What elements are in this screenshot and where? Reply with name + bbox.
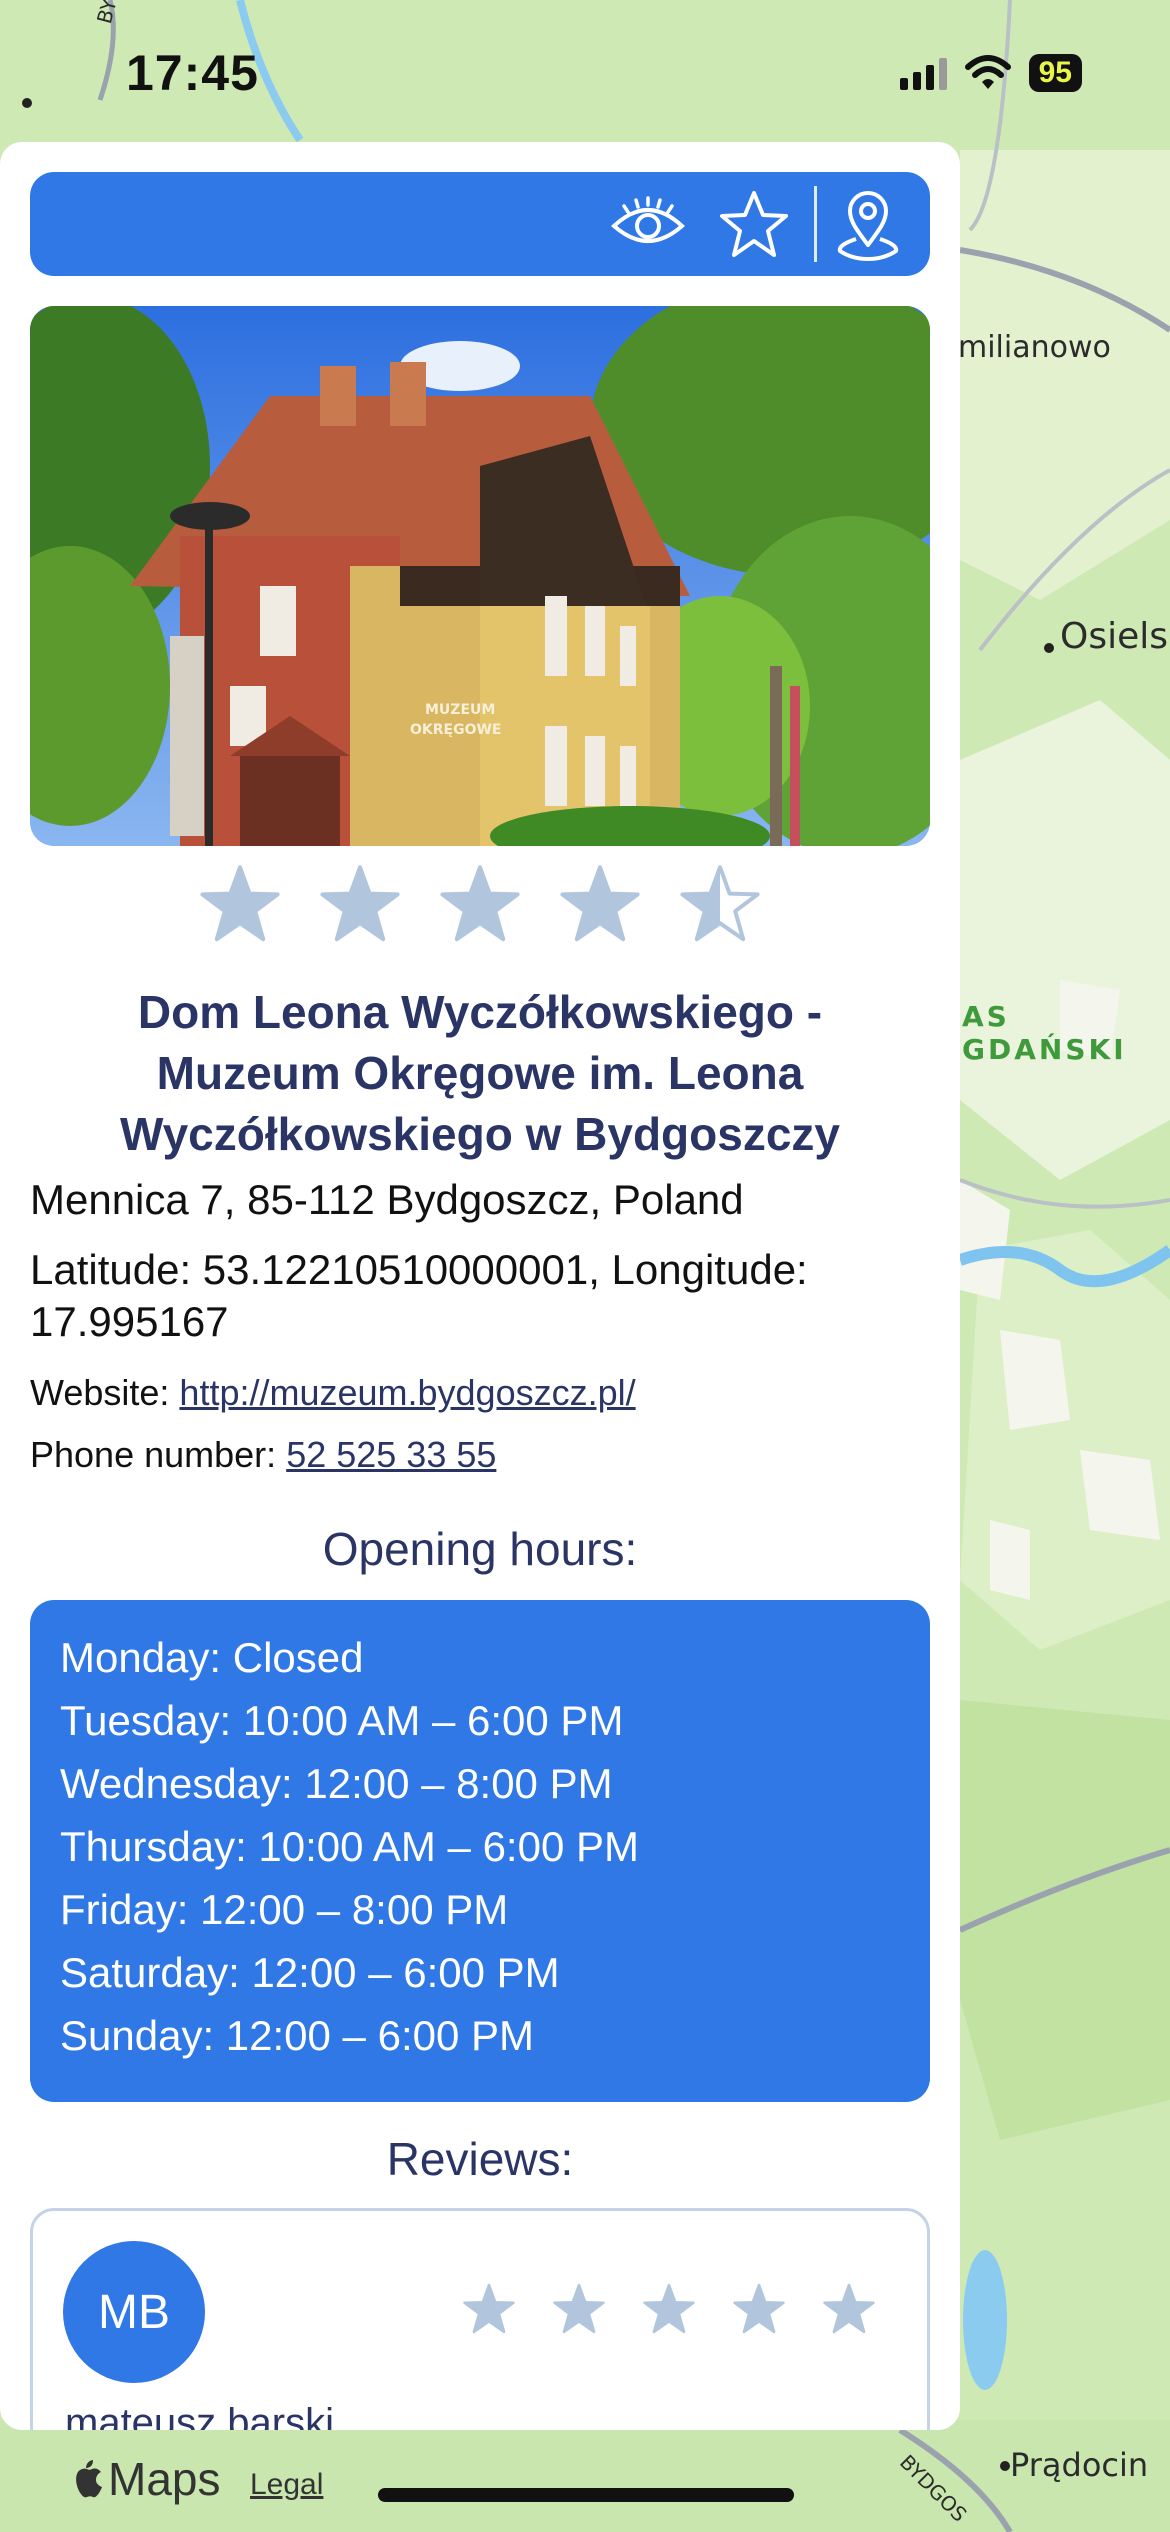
review-rating [463, 2283, 875, 2335]
eye-icon [611, 196, 685, 243]
place-rating [0, 864, 960, 944]
place-detail-sheet[interactable]: MUZEUM OKRĘGOWE Dom Leona Wyczółkowskieg… [0, 142, 960, 2430]
star-icon [553, 2283, 605, 2334]
hours-monday: Monday: Closed [60, 1634, 364, 1681]
home-indicator[interactable] [378, 2488, 794, 2502]
action-toolbar [30, 172, 930, 276]
cellular-signal-icon [899, 56, 947, 90]
website-row: Website: http://muzeum.bydgoszcz.pl/ [30, 1372, 636, 1414]
battery-indicator: 95 [1028, 54, 1082, 92]
place-photo[interactable]: MUZEUM OKRĘGOWE [30, 306, 930, 846]
star-icon [200, 865, 280, 942]
website-link[interactable]: http://muzeum.bydgoszcz.pl/ [179, 1372, 635, 1413]
reviewer-name: mateusz barski [65, 2401, 334, 2430]
star-icon [733, 2283, 785, 2334]
phone-row: Phone number: 52 525 33 55 [30, 1434, 496, 1476]
museum-building-image: MUZEUM OKRĘGOWE [30, 306, 930, 846]
coordinates-line: 17.995167 [30, 1298, 229, 1345]
place-coordinates: Latitude: 53.12210510000001, Longitude: … [30, 1244, 808, 1348]
legal-link[interactable]: Legal [250, 2468, 323, 2502]
review-card[interactable]: MB mateusz barski [30, 2208, 930, 2430]
half-star-icon [680, 865, 760, 942]
maps-logo-text: Maps [108, 2453, 221, 2505]
map-label-osiels: Osiels [1060, 616, 1168, 657]
hours-wednesday: Wednesday: 12:00 – 8:00 PM [60, 1760, 613, 1807]
map-label-las-gdanski: AS GDAŃSKI [962, 1000, 1127, 1066]
hours-friday: Friday: 12:00 – 8:00 PM [60, 1886, 509, 1933]
toolbar-divider [814, 186, 817, 262]
status-indicators: 95 [899, 54, 1082, 92]
status-time: 17:45 [126, 45, 259, 101]
svg-text:MUZEUM: MUZEUM [425, 702, 495, 718]
hours-saturday: Saturday: 12:00 – 6:00 PM [60, 1949, 560, 1996]
phone-label: Phone number: [30, 1434, 277, 1475]
visited-button[interactable] [608, 186, 688, 262]
map-label-milianowo: milianowo [958, 330, 1111, 365]
wifi-icon [964, 55, 1011, 89]
star-icon [463, 2283, 515, 2334]
reviewer-avatar: MB [63, 2241, 205, 2383]
place-title: Dom Leona Wyczółkowskiego - Muzeum Okręg… [119, 986, 840, 1160]
apple-logo-icon [76, 2460, 102, 2498]
map-label-pradocin: Prądocin [1010, 2446, 1149, 2484]
star-icon [320, 865, 400, 942]
map-place-dot [22, 98, 32, 108]
reviews-title: Reviews: [386, 2133, 574, 2185]
opening-hours-list: Monday: Closed Tuesday: 10:00 AM – 6:00 … [30, 1600, 930, 2102]
hours-tuesday: Tuesday: 10:00 AM – 6:00 PM [60, 1697, 624, 1744]
show-on-map-button[interactable] [828, 186, 908, 262]
hours-thursday: Thursday: 10:00 AM – 6:00 PM [60, 1823, 639, 1870]
coordinates-line: Latitude: 53.12210510000001, Longitude: [30, 1246, 808, 1293]
opening-hours-title: Opening hours: [322, 1523, 638, 1575]
map-place-dot [1044, 643, 1054, 653]
hours-sunday: Sunday: 12:00 – 6:00 PM [60, 2012, 534, 2059]
star-icon [823, 2283, 875, 2334]
map-pin-icon [837, 191, 899, 261]
star-icon [560, 865, 640, 942]
phone-link[interactable]: 52 525 33 55 [286, 1434, 496, 1475]
website-label: Website: [30, 1372, 170, 1413]
apple-maps-logo: Maps [70, 2452, 220, 2506]
star-icon [440, 865, 520, 942]
favorite-button[interactable] [714, 186, 794, 262]
map-place-dot [1000, 2461, 1010, 2471]
svg-text:OKRĘGOWE: OKRĘGOWE [410, 722, 502, 738]
place-address: Mennica 7, 85-112 Bydgoszcz, Poland [30, 1176, 744, 1223]
star-outline-icon [720, 191, 788, 257]
star-icon [643, 2283, 695, 2334]
